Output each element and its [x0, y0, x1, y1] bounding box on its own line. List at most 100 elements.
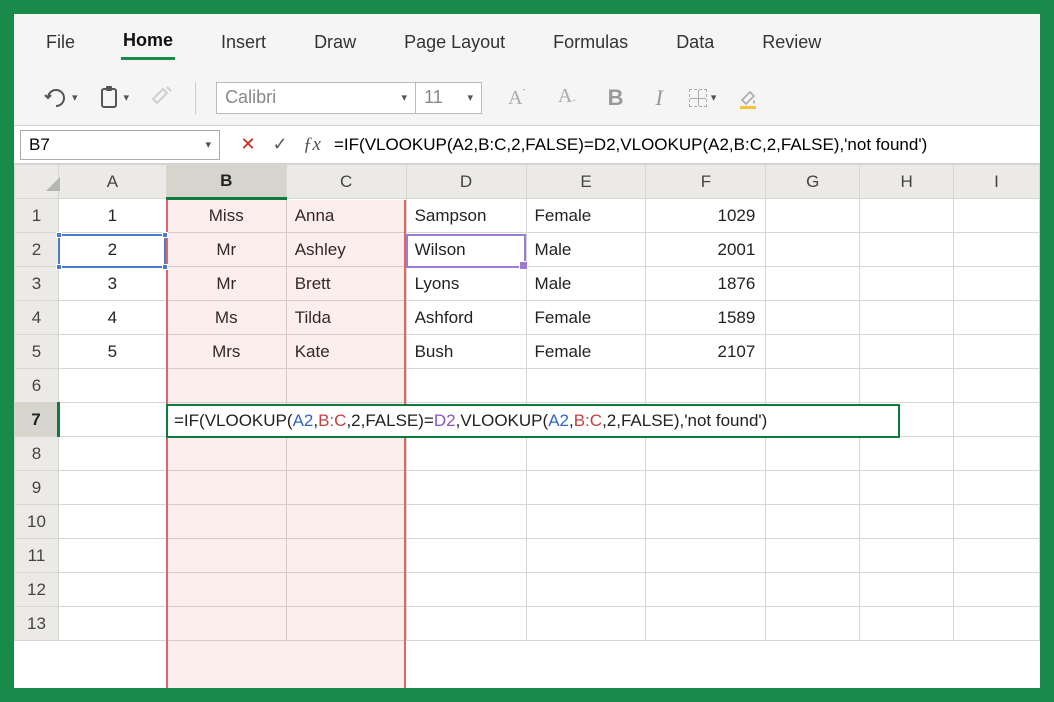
cell-H6[interactable]	[860, 369, 954, 403]
tab-formulas[interactable]: Formulas	[551, 26, 630, 59]
cell-B12[interactable]	[166, 573, 286, 607]
row-header-3[interactable]: 3	[15, 267, 59, 301]
cell-F11[interactable]	[646, 539, 766, 573]
cell-E10[interactable]	[526, 505, 646, 539]
format-painter-button[interactable]	[149, 83, 175, 112]
cell-H12[interactable]	[860, 573, 954, 607]
formula-input[interactable]: =IF(VLOOKUP(A2,B:C,2,FALSE)=D2,VLOOKUP(A…	[328, 130, 1040, 160]
cell-A10[interactable]	[58, 505, 166, 539]
italic-button[interactable]: I	[650, 85, 669, 111]
cell-A11[interactable]	[58, 539, 166, 573]
cell-H5[interactable]	[860, 335, 954, 369]
cell-I2[interactable]	[954, 233, 1040, 267]
cell-E9[interactable]	[526, 471, 646, 505]
cell-E4[interactable]: Female	[526, 301, 646, 335]
row-header-10[interactable]: 10	[15, 505, 59, 539]
row-header-5[interactable]: 5	[15, 335, 59, 369]
row-header-8[interactable]: 8	[15, 437, 59, 471]
cell-C8[interactable]	[286, 437, 406, 471]
cell-F4[interactable]: 1589	[646, 301, 766, 335]
cell-F13[interactable]	[646, 607, 766, 641]
col-header-B[interactable]: B	[166, 165, 286, 199]
cancel-button[interactable]: ✕	[232, 134, 264, 155]
cell-E5[interactable]: Female	[526, 335, 646, 369]
cell-E1[interactable]: Female	[526, 199, 646, 233]
cell-C12[interactable]	[286, 573, 406, 607]
cell-B2[interactable]: Mr	[166, 233, 286, 267]
insert-function-button[interactable]: ƒx	[296, 134, 328, 156]
tab-pagelayout[interactable]: Page Layout	[402, 26, 507, 59]
cell-G5[interactable]	[766, 335, 860, 369]
tab-review[interactable]: Review	[760, 26, 823, 59]
cell-F2[interactable]: 2001	[646, 233, 766, 267]
cell-A12[interactable]	[58, 573, 166, 607]
select-all-corner[interactable]	[15, 165, 59, 199]
row-header-9[interactable]: 9	[15, 471, 59, 505]
col-header-I[interactable]: I	[954, 165, 1040, 199]
cell-I11[interactable]	[954, 539, 1040, 573]
cell-D10[interactable]	[406, 505, 526, 539]
cell-I8[interactable]	[954, 437, 1040, 471]
cell-B9[interactable]	[166, 471, 286, 505]
cell-I9[interactable]	[954, 471, 1040, 505]
col-header-A[interactable]: A	[58, 165, 166, 199]
cell-D4[interactable]: Ashford	[406, 301, 526, 335]
fill-color-button[interactable]	[736, 86, 760, 110]
cell-A2[interactable]: 2	[58, 233, 166, 267]
cell-F10[interactable]	[646, 505, 766, 539]
row-header-12[interactable]: 12	[15, 573, 59, 607]
col-header-F[interactable]: F	[646, 165, 766, 199]
cell-F9[interactable]	[646, 471, 766, 505]
cell-E11[interactable]	[526, 539, 646, 573]
tab-home[interactable]: Home	[121, 24, 175, 60]
cell-B1[interactable]: Miss	[166, 199, 286, 233]
increase-font-button[interactable]: Aˆ	[502, 88, 532, 108]
cell-H3[interactable]	[860, 267, 954, 301]
cell-H10[interactable]	[860, 505, 954, 539]
cell-G9[interactable]	[766, 471, 860, 505]
name-box[interactable]: B7 ▾	[20, 130, 220, 160]
cell-E3[interactable]: Male	[526, 267, 646, 301]
col-header-H[interactable]: H	[860, 165, 954, 199]
cell-D13[interactable]	[406, 607, 526, 641]
cell-D2[interactable]: Wilson	[406, 233, 526, 267]
cell-I4[interactable]	[954, 301, 1040, 335]
cell-G3[interactable]	[766, 267, 860, 301]
cell-D12[interactable]	[406, 573, 526, 607]
cell-F3[interactable]: 1876	[646, 267, 766, 301]
cell-C2[interactable]: Ashley	[286, 233, 406, 267]
decrease-font-button[interactable]: Aˇ	[552, 86, 582, 110]
cell-I1[interactable]	[954, 199, 1040, 233]
cell-B5[interactable]: Mrs	[166, 335, 286, 369]
cell-G8[interactable]	[766, 437, 860, 471]
cell-editor[interactable]: =IF(VLOOKUP(A2,B:C,2,FALSE)=D2,VLOOKUP(A…	[166, 404, 900, 438]
row-header-2[interactable]: 2	[15, 233, 59, 267]
cell-A3[interactable]: 3	[58, 267, 166, 301]
cell-D1[interactable]: Sampson	[406, 199, 526, 233]
enter-button[interactable]: ✓	[264, 134, 296, 155]
row-header-11[interactable]: 11	[15, 539, 59, 573]
borders-button[interactable]: ▾	[689, 89, 717, 107]
cell-I13[interactable]	[954, 607, 1040, 641]
col-header-G[interactable]: G	[766, 165, 860, 199]
cell-F8[interactable]	[646, 437, 766, 471]
cell-B11[interactable]	[166, 539, 286, 573]
font-select[interactable]: Calibri ▾	[216, 82, 416, 114]
cell-C13[interactable]	[286, 607, 406, 641]
cell-I5[interactable]	[954, 335, 1040, 369]
col-header-C[interactable]: C	[286, 165, 406, 199]
row-header-13[interactable]: 13	[15, 607, 59, 641]
cell-H2[interactable]	[860, 233, 954, 267]
cell-F6[interactable]	[646, 369, 766, 403]
cell-G6[interactable]	[766, 369, 860, 403]
cell-B6[interactable]	[166, 369, 286, 403]
undo-button[interactable]: ▾	[42, 87, 78, 109]
cell-A1[interactable]: 1	[58, 199, 166, 233]
cell-D3[interactable]: Lyons	[406, 267, 526, 301]
cell-E6[interactable]	[526, 369, 646, 403]
cell-B3[interactable]: Mr	[166, 267, 286, 301]
tab-data[interactable]: Data	[674, 26, 716, 59]
cell-H9[interactable]	[860, 471, 954, 505]
cell-H13[interactable]	[860, 607, 954, 641]
tab-insert[interactable]: Insert	[219, 26, 268, 59]
